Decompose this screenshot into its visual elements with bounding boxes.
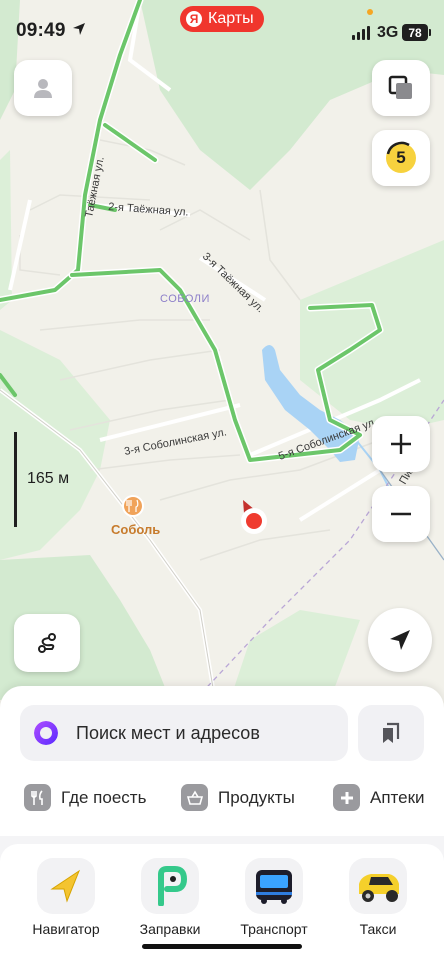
services-bar: Навигатор Заправки Транспорт Такси <box>0 836 444 960</box>
service-label: Транспорт <box>240 921 308 937</box>
user-avatar-icon <box>34 79 52 98</box>
pharmacy-cross-icon <box>333 784 360 811</box>
yandex-logo-icon: Я <box>186 11 202 27</box>
route-button[interactable] <box>14 614 80 672</box>
map-scale-label: 165 м <box>27 470 70 487</box>
map-layers-button[interactable] <box>372 60 430 116</box>
app-name: Карты <box>208 10 254 27</box>
profile-button[interactable] <box>14 60 72 116</box>
navigator-arrow-icon <box>37 858 95 914</box>
search-placeholder: Поиск мест и адресов <box>76 722 260 743</box>
bookmarks-icon <box>383 722 400 743</box>
category-chip-pharmacy[interactable]: Аптеки <box>333 784 425 811</box>
services-card: Навигатор Заправки Транспорт Такси <box>0 844 444 960</box>
status-bar: 09:49 Я Карты 3G 78 <box>0 0 444 62</box>
signal-bars-icon <box>352 26 370 40</box>
zoom-in-button[interactable] <box>372 416 430 472</box>
bus-icon <box>245 858 303 914</box>
privacy-indicator-dot <box>367 9 373 15</box>
poi-label[interactable]: Соболь <box>111 522 160 537</box>
service-taxi[interactable]: Такси <box>328 858 428 937</box>
service-label: Заправки <box>139 921 201 937</box>
battery-icon: 78 <box>402 24 431 41</box>
app-brand-pill[interactable]: Я Карты <box>180 6 264 32</box>
alice-assistant-icon[interactable] <box>34 721 58 745</box>
home-indicator <box>142 944 302 949</box>
fork-knife-icon <box>24 784 51 811</box>
route-icon <box>38 633 56 653</box>
category-chips: Где поесть Продукты Аптеки <box>0 784 444 814</box>
service-label: Навигатор <box>32 921 100 937</box>
map-scale-bar <box>14 432 17 527</box>
basket-icon <box>181 784 208 811</box>
category-chip-groceries[interactable]: Продукты <box>181 784 295 811</box>
traffic-level-button[interactable]: 5 <box>372 130 430 186</box>
category-chip-food[interactable]: Где поесть <box>24 784 146 811</box>
layers-icon <box>388 75 412 99</box>
battery-level: 78 <box>408 25 422 40</box>
category-chip-label: Аптеки <box>370 787 425 807</box>
category-chip-label: Где поесть <box>61 787 147 807</box>
minus-icon <box>391 512 411 516</box>
traffic-level-value: 5 <box>396 148 406 167</box>
zoom-out-button[interactable] <box>372 486 430 542</box>
fuel-p-icon <box>141 858 199 914</box>
location-arrow-icon <box>73 23 85 35</box>
navigation-arrow-icon <box>390 630 410 650</box>
status-time: 09:49 <box>16 20 66 41</box>
search-input[interactable]: Поиск мест и адресов <box>20 705 348 761</box>
service-navigator[interactable]: Навигатор <box>16 858 116 937</box>
service-fuel[interactable]: Заправки <box>120 858 220 937</box>
place-label: СОБОЛИ <box>160 293 210 305</box>
bottom-sheet: Поиск мест и адресов Где поесть Продукты… <box>0 686 444 836</box>
bookmarks-button[interactable] <box>358 705 424 761</box>
restaurant-poi-marker[interactable] <box>122 495 144 517</box>
category-chip-label: Продукты <box>218 787 295 807</box>
my-location-button[interactable] <box>368 608 432 672</box>
taxi-icon <box>349 858 407 914</box>
service-label: Такси <box>359 921 397 937</box>
plus-icon <box>391 434 411 454</box>
service-transit[interactable]: Транспорт <box>224 858 324 937</box>
network-type: 3G <box>377 24 399 41</box>
